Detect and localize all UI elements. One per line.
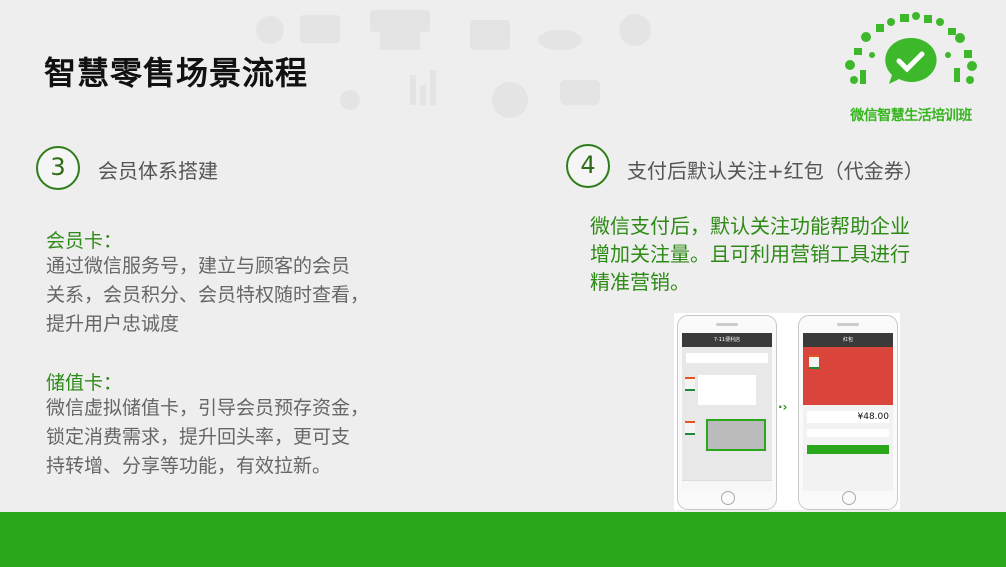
member-card-label: 会员卡： xyxy=(46,230,123,252)
phone-chat-mockup: 7-11便利店 xyxy=(677,315,777,510)
text-line: 关系，会员积分、会员特权随时查看， xyxy=(46,284,370,306)
chat-menu-bar xyxy=(682,480,772,491)
use-now-button[interactable] xyxy=(807,445,889,454)
chat-bubble xyxy=(698,375,756,405)
phone-speaker xyxy=(837,323,859,326)
step-4-badge: 4 xyxy=(566,144,610,188)
detail-row xyxy=(807,429,889,437)
section-4-title: 支付后默认关注+红包（代金券） xyxy=(627,159,924,183)
phone-redpacket-mockup: 红包 ¥48.00 xyxy=(798,315,898,510)
section-3-title: 会员体系搭建 xyxy=(98,159,218,183)
stored-value-card-label: 储值卡： xyxy=(46,372,123,394)
text-line: 增加关注量。且可利用营销工具进行 xyxy=(590,242,910,266)
red-packet-amount: ¥48.00 xyxy=(807,411,889,423)
seven-eleven-logo-icon xyxy=(685,421,695,435)
home-button xyxy=(842,491,856,505)
phone-navbar: 红包 xyxy=(803,333,893,347)
seven-eleven-logo-icon xyxy=(809,355,819,369)
text-line: 锁定消费需求，提升回头率，更可支 xyxy=(46,426,351,448)
home-button xyxy=(721,491,735,505)
phone-screen: 7-11便利店 xyxy=(682,333,772,491)
section-4-description: 微信支付后，默认关注功能帮助企业 增加关注量。且可利用营销工具进行 精准营销。 xyxy=(590,212,985,296)
phone-speaker xyxy=(716,323,738,326)
seven-eleven-logo-icon xyxy=(685,377,695,391)
text-line: 微信虚拟储值卡，引导会员预存资金， xyxy=(46,397,370,419)
text-line: 精准营销。 xyxy=(590,270,690,294)
step-3-badge: 3 xyxy=(36,146,80,190)
phone-screenshots: 7-11便利店 ·› 红包 ¥48.00 xyxy=(674,313,900,510)
highlighted-card-message xyxy=(706,419,766,451)
logo-text: 微信智慧生活培训班 xyxy=(850,108,972,124)
stored-value-card-description: 微信虚拟储值卡，引导会员预存资金， 锁定消费需求，提升回头率，更可支 持转增、分… xyxy=(46,394,466,481)
arrow-right-icon: ·› xyxy=(778,400,788,414)
wechat-logo-icon xyxy=(845,12,977,84)
wechat-smart-life-logo: 微信智慧生活培训班 xyxy=(836,10,986,125)
red-packet-banner xyxy=(803,347,893,405)
chat-bubble xyxy=(686,353,768,363)
text-line: 提升用户忠诚度 xyxy=(46,313,180,335)
text-line: 持转增、分享等功能，有效拉新。 xyxy=(46,455,332,477)
footer-green-band xyxy=(0,512,1006,567)
text-line: 通过微信服务号，建立与顾客的会员 xyxy=(46,255,351,277)
phone-screen: 红包 ¥48.00 xyxy=(803,333,893,491)
member-card-description: 通过微信服务号，建立与顾客的会员 关系，会员积分、会员特权随时查看， 提升用户忠… xyxy=(46,252,466,339)
text-line: 微信支付后，默认关注功能帮助企业 xyxy=(590,214,910,238)
page-title: 智慧零售场景流程 xyxy=(44,54,309,92)
phone-navbar: 7-11便利店 xyxy=(682,333,772,347)
